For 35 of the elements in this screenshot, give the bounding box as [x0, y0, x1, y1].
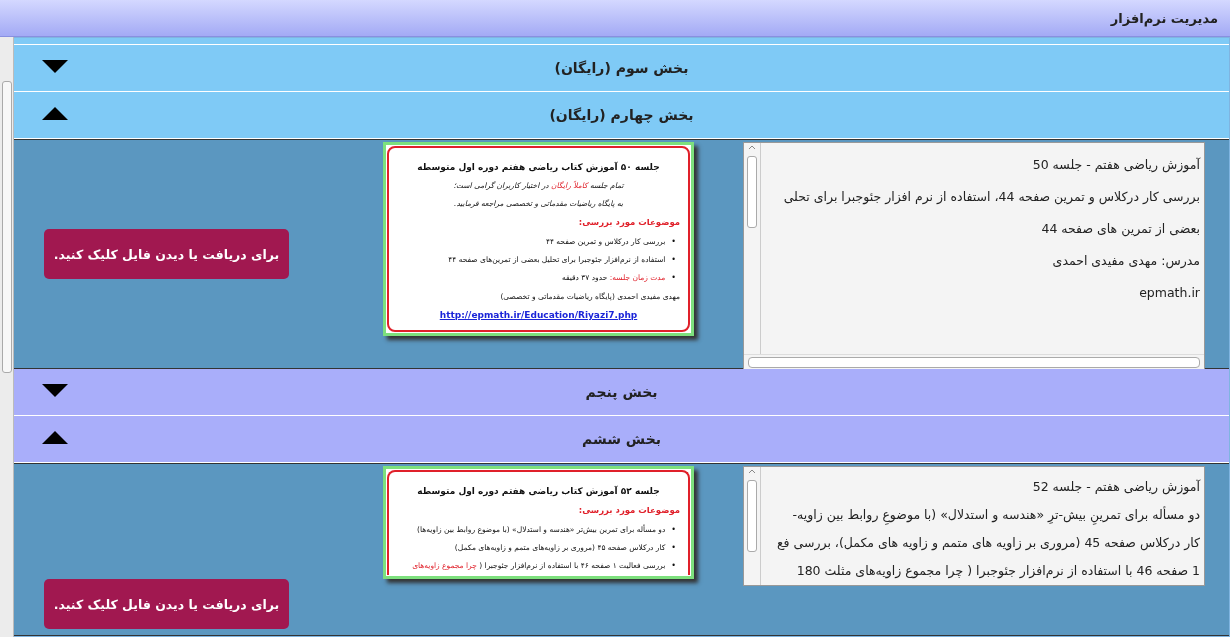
- section-header[interactable]: بخش چهارم (رایگان): [14, 92, 1229, 139]
- document-heading: جلسه ۵۰ آموزش کتاب ریاضی هفتم دوره اول متوسطه: [416, 162, 661, 172]
- download-button[interactable]: برای دریافت یا دیدن فایل کلیک کنید.: [44, 229, 289, 279]
- window-title: مدیریت نرم‌افزار: [1110, 10, 1218, 26]
- section-header[interactable]: بخش پنجم: [14, 369, 1229, 416]
- triangle-up-icon[interactable]: [42, 431, 68, 444]
- section-header[interactable]: بخش سوم (رایگان): [14, 45, 1229, 92]
- scrollbar-thumb[interactable]: [2, 81, 12, 373]
- description-line: دو مسأله برای تمرینِ بیش-ترِ «هندسه و استدلال» (با موضوعِ روابط بین زاویه-: [792, 501, 1200, 529]
- download-button[interactable]: برای دریافت یا دیدن فایل کلیک کنید.: [44, 579, 289, 629]
- scrollbar-thumb[interactable]: [747, 156, 757, 228]
- triangle-down-icon[interactable]: [42, 384, 68, 397]
- scrollbar-thumb[interactable]: [748, 356, 1200, 368]
- description-line: آموزش ریاضی هفتم - جلسه 52: [1032, 478, 1200, 497]
- topics-label: موضوعات مورد بررسی:: [577, 505, 680, 515]
- description-line: کار درکلاس صفحه 45 (مروری بر زاویه های متمم و زاویه های مکمل)، بررسی فع: [776, 534, 1200, 553]
- scrollbar[interactable]: [744, 467, 761, 585]
- description-line: مدرس: مهدی مفیدی احمدی: [1052, 252, 1200, 271]
- scrollbar[interactable]: [0, 37, 14, 637]
- document-link[interactable]: http://epmath.ir/Education/Riyazi7.php: [439, 310, 638, 320]
- scroll-up-icon[interactable]: [748, 145, 756, 150]
- scrollbar-thumb[interactable]: [747, 480, 757, 552]
- description-line: epmath.ir: [1139, 284, 1200, 302]
- description-line: بررسی کار درکلاس و تمرین صفحه 44، استفاده از نرم افزار جئوجبرا برای تحلی: [783, 188, 1200, 207]
- scroll-up-icon[interactable]: [748, 469, 756, 474]
- description-line: 1 صفحه 46 با استفاده از نرم‌افزار جئوجبرا ( چرا مجموع زاویه‌های مثلث 180: [796, 562, 1200, 581]
- scrollbar[interactable]: [744, 354, 1204, 369]
- description-line: آموزش ریاضی هفتم - جلسه 50: [1032, 156, 1200, 175]
- description-line: بعضی از تمرین های صفحه 44: [1041, 220, 1200, 239]
- triangle-up-icon[interactable]: [42, 107, 68, 120]
- document-heading: جلسه ۵۲ آموزش کتاب ریاضی هفتم دوره اول متوسطه: [416, 486, 661, 496]
- triangle-down-icon[interactable]: [42, 60, 68, 73]
- scrollbar[interactable]: [744, 143, 761, 354]
- topics-label: موضوعات مورد بررسی:: [577, 217, 680, 227]
- section-header[interactable]: بخش ششم: [14, 416, 1229, 463]
